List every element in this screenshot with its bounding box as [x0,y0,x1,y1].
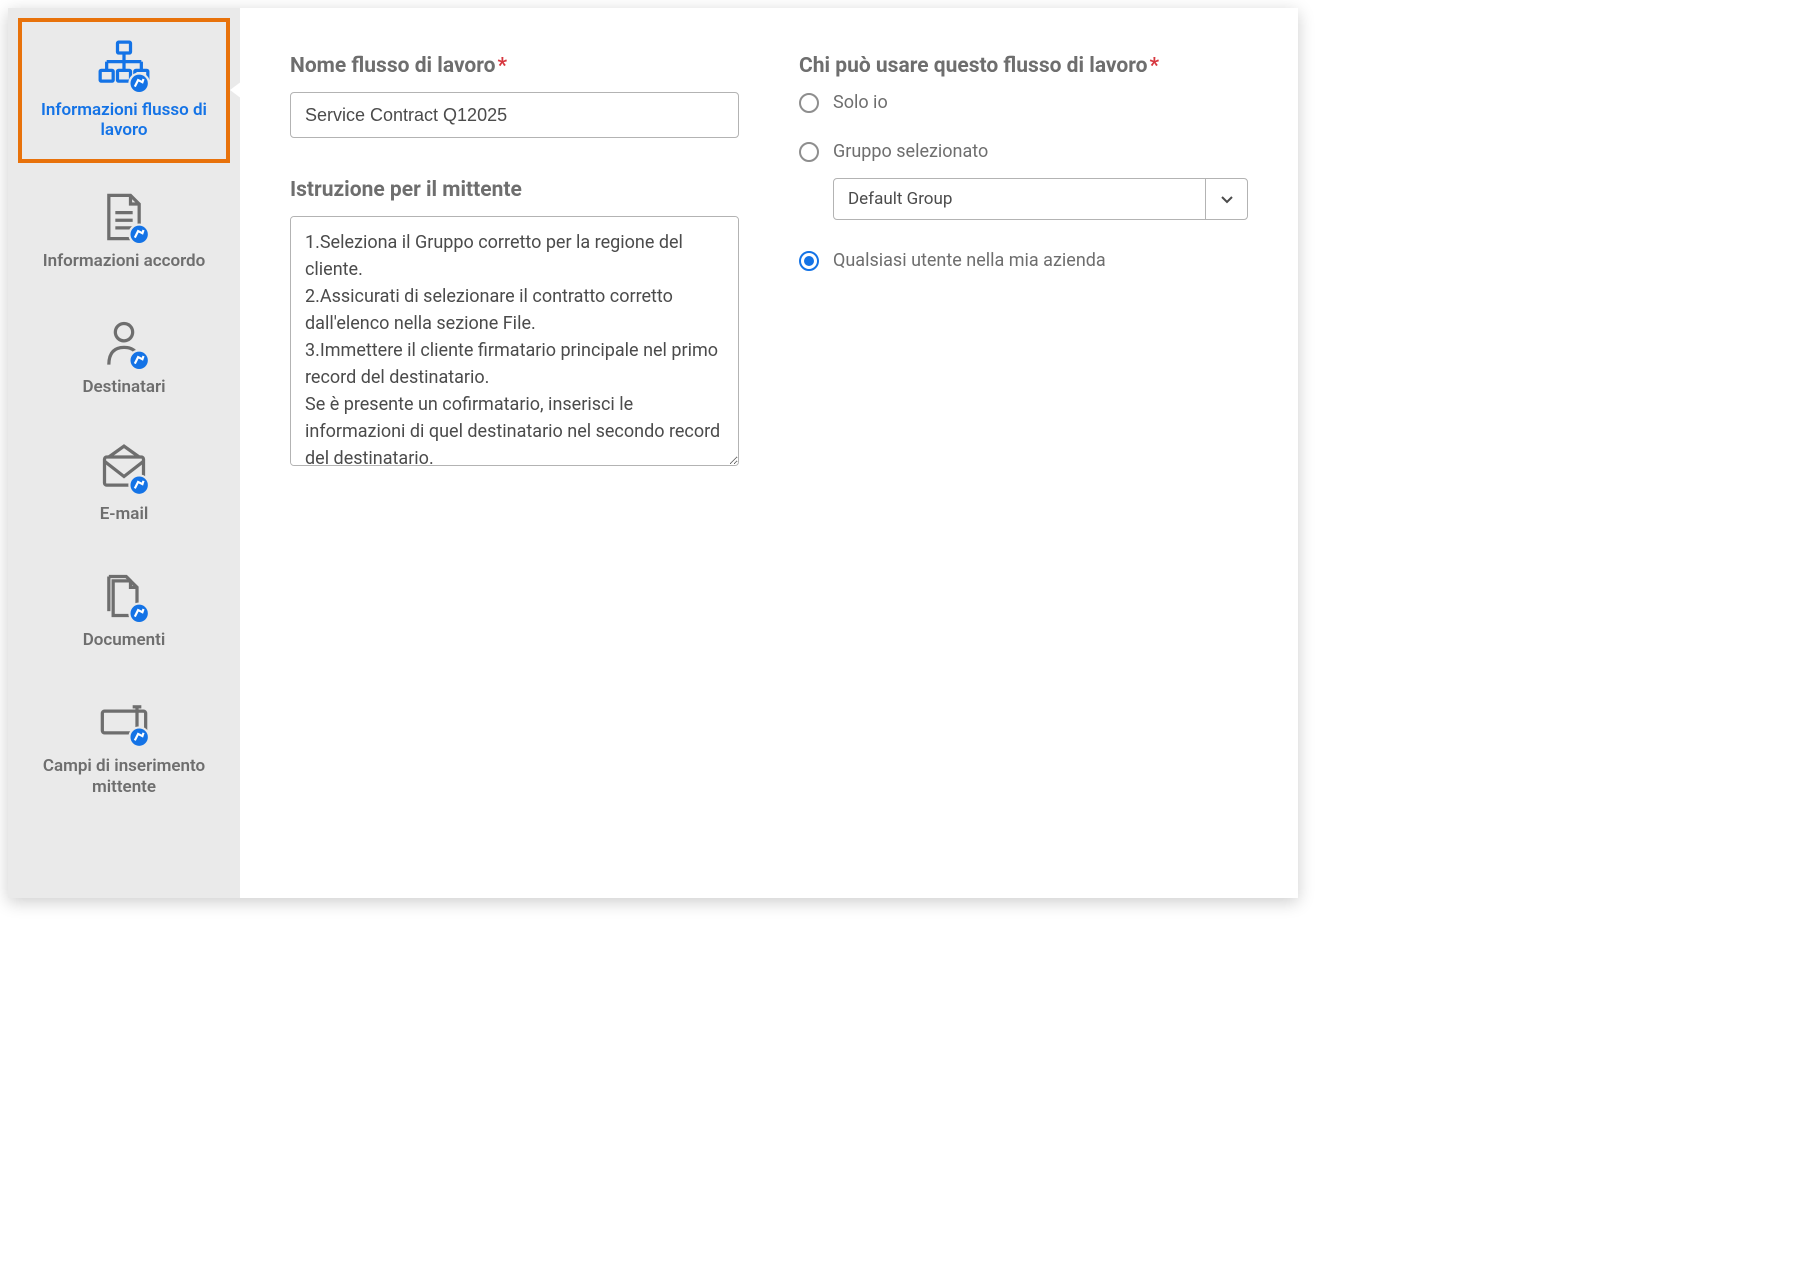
chevron-down-icon[interactable] [1205,179,1247,219]
required-asterisk: * [498,54,508,78]
radio-any-user[interactable]: Qualsiasi utente nella mia azienda [799,250,1248,271]
radio-label: Solo io [833,92,888,113]
main-content: Nome flusso di lavoro* Istruzione per il… [240,8,1298,898]
who-can-use-label: Chi può usare questo flusso di lavoro* [799,54,1248,78]
documents-icon [98,570,150,622]
instructions-group: Istruzione per il mittente 1.Seleziona i… [290,178,739,470]
sidebar-item-label: Informazioni accordo [43,251,205,271]
sidebar-item-email[interactable]: E-mail [18,426,230,542]
instructions-label: Istruzione per il mittente [290,178,739,202]
instructions-textarea[interactable]: 1.Seleziona il Gruppo corretto per la re… [290,216,739,466]
sidebar-item-workflow-info[interactable]: Informazioni flusso di lavoro [18,18,230,163]
who-can-use-group: Chi può usare questo flusso di lavoro* S… [799,54,1248,299]
workflow-config-panel: Informazioni flusso di lavoro Informazio… [8,8,1298,898]
sidebar-item-sender-input-fields[interactable]: Campi di inserimento mittente [18,678,230,815]
sidebar-item-label: E-mail [100,504,149,524]
sidebar-item-label: Destinatari [82,377,165,397]
radio-selected-group[interactable]: Gruppo selezionato [799,141,1248,162]
who-can-use-radio-group: Solo io Gruppo selezionato Default Group [799,92,1248,299]
radio-circle-selected-icon [799,251,819,271]
sidebar-item-recipients[interactable]: Destinatari [18,299,230,415]
radio-circle-icon [799,93,819,113]
radio-label: Qualsiasi utente nella mia azienda [833,250,1106,271]
sidebar-item-label: Campi di inserimento mittente [26,756,222,797]
sidebar-item-documents[interactable]: Documenti [18,552,230,668]
sidebar-item-label: Informazioni flusso di lavoro [30,100,218,141]
active-tab-pointer [230,78,246,102]
radio-label: Gruppo selezionato [833,141,988,162]
left-column: Nome flusso di lavoro* Istruzione per il… [290,54,739,868]
input-field-icon [98,696,150,748]
workflow-name-input[interactable] [290,92,739,138]
radio-only-me[interactable]: Solo io [799,92,1248,113]
required-asterisk: * [1149,54,1159,78]
workflow-name-label: Nome flusso di lavoro* [290,54,739,78]
sidebar-item-label: Documenti [83,630,166,650]
radio-circle-icon [799,142,819,162]
person-icon [98,317,150,369]
group-dropdown-wrap: Default Group [833,178,1248,220]
document-lines-icon [98,191,150,243]
right-column: Chi può usare questo flusso di lavoro* S… [799,54,1248,868]
envelope-icon [98,444,150,496]
workflow-name-group: Nome flusso di lavoro* [290,54,739,138]
workflow-icon [98,40,150,92]
sidebar: Informazioni flusso di lavoro Informazio… [8,8,240,898]
group-dropdown[interactable]: Default Group [833,178,1248,220]
group-dropdown-value: Default Group [834,179,1205,219]
sidebar-item-agreement-info[interactable]: Informazioni accordo [18,173,230,289]
